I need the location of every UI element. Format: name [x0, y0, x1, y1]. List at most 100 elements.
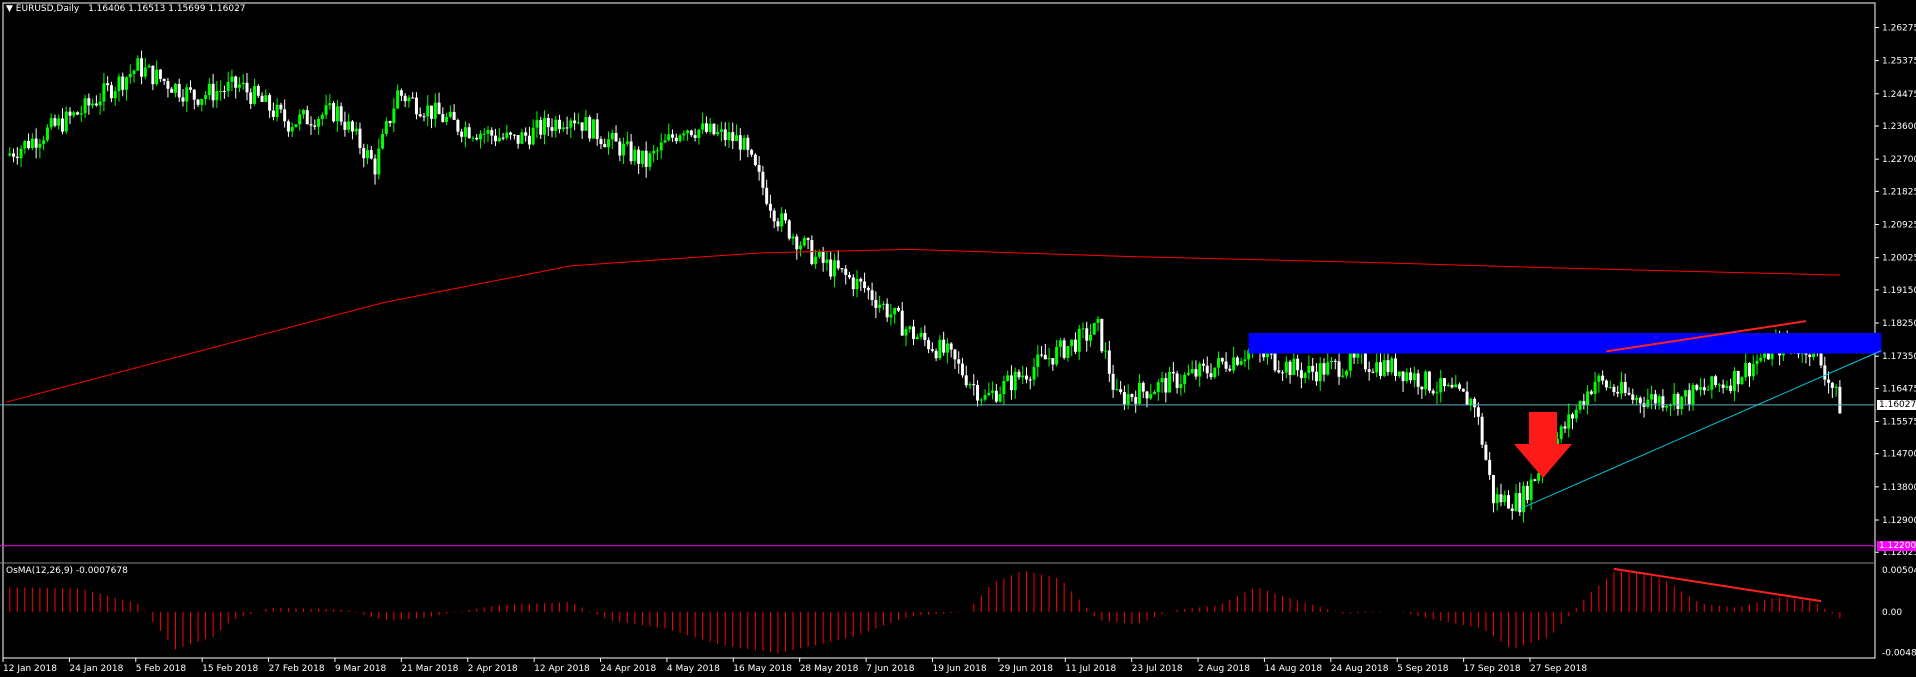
candle-body	[1198, 363, 1202, 377]
candle-body	[1533, 479, 1537, 481]
price-tick-label: 1.20925	[1882, 221, 1916, 231]
candle-body	[433, 102, 437, 119]
candle-body	[1375, 362, 1379, 373]
candle-body	[83, 98, 87, 114]
candle-body	[904, 329, 908, 336]
indicator-label: OsMA(12,26,9) -0.0007678	[6, 566, 128, 576]
candle-body	[550, 127, 554, 131]
support-trendline[interactable]	[1519, 350, 1882, 510]
candle-body	[727, 132, 731, 141]
candle-body	[366, 150, 370, 159]
candle-body	[505, 132, 509, 138]
candle-body	[392, 108, 396, 124]
candle-body	[768, 203, 772, 211]
candle-body	[76, 112, 80, 115]
candle-body	[1277, 370, 1281, 373]
candle-body	[693, 135, 697, 138]
candle-body	[723, 129, 727, 141]
candle-body	[1013, 371, 1017, 391]
price-chart[interactable]: 1.26275 1.25375 1.24475 1.23600 1.22700 1.218…	[0, 0, 1916, 677]
candle-body	[878, 304, 882, 308]
candle-body	[998, 394, 1002, 402]
candle-body	[347, 121, 351, 130]
candle-body	[1454, 384, 1458, 388]
candle-body	[1126, 394, 1130, 405]
candle-body	[407, 97, 411, 102]
candle-body	[889, 314, 893, 318]
candle-body	[226, 81, 230, 92]
candle-body	[1631, 394, 1635, 400]
candle-body	[991, 390, 995, 393]
candle-body	[565, 127, 569, 129]
candle-body	[772, 210, 776, 222]
candle-body	[305, 110, 309, 125]
candle-body	[264, 95, 268, 102]
candle-body	[976, 384, 980, 401]
candle-body	[1378, 362, 1382, 376]
resistance-zone[interactable]	[1248, 332, 1882, 354]
candle-body	[335, 106, 339, 122]
candle-body	[1367, 369, 1371, 372]
candle-body	[814, 256, 818, 265]
candle-body	[900, 310, 904, 336]
candle-body	[753, 154, 757, 166]
candle-body	[938, 339, 942, 359]
candle-body	[1183, 374, 1187, 385]
candle-body	[780, 213, 784, 227]
candle-body	[987, 392, 991, 396]
candle-body	[358, 128, 362, 149]
candle-body	[848, 274, 852, 278]
time-tick-label: 24 Jan 2018	[69, 664, 123, 674]
candle-body	[648, 153, 652, 167]
osma-axis: 0.005044 0.00 -0.004877	[1882, 566, 1916, 658]
candle-body	[237, 84, 241, 88]
candle-body	[268, 95, 272, 111]
time-tick-label: 5 Sep 2018	[1397, 664, 1449, 674]
candle-body	[1424, 371, 1428, 390]
price-tick-label: 1.19150	[1882, 286, 1916, 296]
candlestick-series	[8, 50, 1842, 523]
candle-body	[1156, 382, 1160, 392]
candle-body	[923, 332, 927, 341]
candle-body	[298, 114, 302, 125]
candle-body	[1480, 416, 1484, 445]
candle-body	[1435, 392, 1439, 394]
candle-body	[682, 133, 686, 136]
candle-body	[381, 133, 385, 149]
candle-body	[731, 132, 735, 142]
osma-divergence-line[interactable]	[1613, 567, 1822, 603]
time-tick-label: 12 Apr 2018	[534, 664, 590, 674]
candle-body	[15, 156, 19, 159]
candle-body	[1827, 379, 1831, 383]
candle-body	[1055, 346, 1059, 365]
candle-body	[625, 141, 629, 144]
candle-body	[1604, 380, 1608, 388]
candle-body	[1311, 365, 1315, 372]
candle-body	[927, 340, 931, 350]
candle-body	[1164, 378, 1168, 393]
candle-body	[580, 122, 584, 131]
candle-body	[64, 111, 68, 132]
candle-body	[177, 83, 181, 98]
candle-body	[569, 120, 573, 128]
triangle-down-icon[interactable]: ▼	[6, 4, 13, 14]
candle-body	[1567, 414, 1571, 429]
candle-body	[761, 171, 765, 188]
candle-body	[271, 110, 275, 117]
candle-body	[1047, 358, 1051, 360]
candle-body	[1680, 396, 1684, 410]
candle-body	[324, 105, 328, 115]
candle-body	[151, 65, 155, 85]
candle-body	[414, 97, 418, 115]
candle-body	[1111, 373, 1115, 390]
candle-body	[215, 91, 219, 101]
candle-body	[1725, 385, 1729, 388]
candle-body	[1476, 407, 1480, 417]
price-tick-label: 1.23600	[1882, 122, 1916, 132]
time-tick-label: 14 Aug 2018	[1264, 664, 1322, 674]
candle-body	[1092, 323, 1096, 335]
candle-body	[1710, 376, 1714, 390]
candle-body	[637, 149, 641, 164]
candle-body	[1612, 386, 1616, 393]
candle-body	[629, 141, 633, 162]
